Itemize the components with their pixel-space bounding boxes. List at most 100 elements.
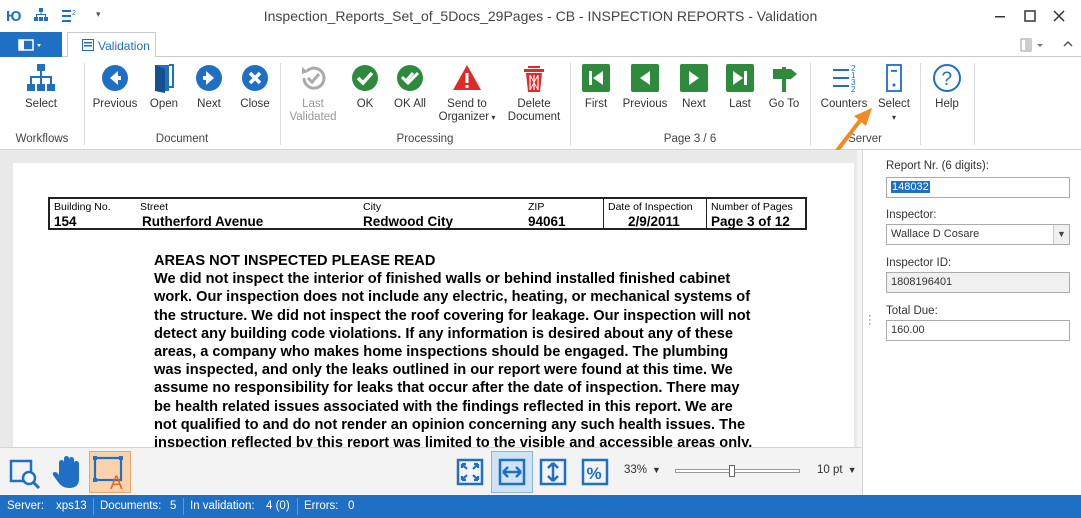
- document-next-button[interactable]: Next: [188, 63, 230, 111]
- tab-validation[interactable]: Validation: [67, 32, 156, 58]
- text-region-icon: A: [93, 456, 123, 492]
- close-window-button[interactable]: [1049, 6, 1069, 26]
- validation-tab-icon: [82, 39, 94, 51]
- fit-height-icon: [539, 458, 567, 486]
- document-previous-button[interactable]: Previous: [90, 63, 140, 111]
- help-label: Help: [935, 98, 959, 110]
- splitter-grip-icon[interactable]: · · ·: [868, 311, 872, 330]
- group-processing-label: Processing: [396, 133, 454, 145]
- zoom-slider-track[interactable]: [675, 465, 800, 477]
- delete-document-button[interactable]: Delete Document: [506, 63, 562, 124]
- zip-value: 94061: [528, 214, 566, 229]
- inspector-id-label: Inspector ID:: [886, 257, 952, 269]
- zoom-dropdown-icon: ▼: [647, 465, 661, 475]
- ok-check-icon: [350, 63, 380, 93]
- server-icon: [879, 63, 909, 93]
- ok-all-button[interactable]: OK All: [388, 63, 432, 111]
- report-header-table: Building No. 154 Street Rutherford Avenu…: [48, 197, 807, 230]
- zoom-region-button[interactable]: [4, 451, 46, 493]
- text-line: not qualified to and do not render an op…: [154, 416, 746, 433]
- text-line: detect any building code violations. If …: [154, 325, 733, 342]
- document-close-button[interactable]: Close: [234, 63, 276, 111]
- file-menu-button[interactable]: [0, 32, 62, 57]
- send-dropdown-icon: ▾: [489, 113, 496, 122]
- counters-icon: 2132: [829, 63, 859, 93]
- document-open-button[interactable]: Open: [142, 63, 186, 111]
- window-title: Inspection_Reports_Set_of_5Docs_29Pages …: [263, 8, 818, 24]
- send-to-organizer-button[interactable]: Send to Organizer ▾: [436, 63, 498, 124]
- zoom-select[interactable]: 33% ▼: [624, 464, 661, 476]
- pages-value: Page 3 of 12: [711, 214, 790, 229]
- next-circle-icon: [194, 63, 224, 93]
- ok-all-label: OK All: [394, 98, 426, 110]
- server-select-label: Select: [878, 98, 910, 110]
- svg-text:%: %: [587, 464, 602, 483]
- layout-icon[interactable]: [1020, 38, 1050, 52]
- fields-panel: · · · Report Nr. (6 digits): 148032 Inspec…: [862, 150, 1081, 495]
- city-value: Redwood City: [363, 214, 453, 229]
- collapse-ribbon-icon[interactable]: [1062, 38, 1074, 50]
- viewer-toolbar: A % 33% ▼ 10 pt ▼: [0, 447, 862, 495]
- warning-triangle-icon: [452, 63, 482, 93]
- inspector-label: Inspector:: [886, 209, 937, 221]
- server-select-dropdown-icon: ▾: [891, 113, 896, 122]
- hand-icon: [52, 456, 79, 488]
- text-line: be health related issues associated with…: [154, 398, 733, 415]
- ribbon-tab-row: [0, 32, 1081, 57]
- maximize-button[interactable]: [1020, 6, 1040, 26]
- minimize-button[interactable]: [990, 6, 1010, 26]
- inspector-id-field[interactable]: 1808196401: [886, 272, 1070, 293]
- status-bar: Server: xps13 Documents: 5 In validation…: [0, 495, 1081, 518]
- total-due-value: 160.00: [891, 324, 925, 336]
- pan-hand-button[interactable]: [47, 451, 89, 493]
- document-next-label: Next: [197, 98, 221, 110]
- font-size-select[interactable]: 10 pt ▼: [817, 464, 857, 476]
- workflows-select-label: Select: [25, 98, 57, 110]
- ok-label: OK: [356, 98, 374, 110]
- page-goto-label: Go To: [768, 98, 800, 110]
- pages-cell: Number of Pages Page 3 of 12: [707, 199, 805, 229]
- ok-button[interactable]: OK: [346, 63, 384, 111]
- tab-validation-label: Validation: [98, 39, 150, 53]
- fit-page-button[interactable]: [449, 451, 491, 493]
- trash-icon: [519, 63, 549, 93]
- fit-width-button[interactable]: [491, 451, 533, 493]
- text-line: assume no responsibility for leaks that …: [154, 380, 740, 397]
- ribbon-separator: [974, 63, 975, 145]
- errors-label: Errors:: [304, 500, 339, 512]
- report-nr-field[interactable]: 148032: [886, 177, 1070, 198]
- ribbon: Select Workflows Previous Open Next Clos…: [0, 57, 1081, 150]
- street-label: Street: [140, 201, 169, 213]
- workflows-select-button[interactable]: Select: [14, 63, 68, 111]
- page-first-button[interactable]: First: [578, 63, 614, 111]
- page-goto-button[interactable]: Go To: [764, 63, 804, 111]
- report-nr-label: Report Nr. (6 digits):: [886, 160, 989, 172]
- svg-text:2: 2: [851, 85, 856, 93]
- last-validated-button[interactable]: Last Validated: [288, 63, 338, 124]
- server-label: Server:: [7, 500, 45, 512]
- page-next-button[interactable]: Next: [676, 63, 712, 111]
- date-label: Date of Inspection: [608, 201, 693, 213]
- text-select-button[interactable]: A: [89, 451, 131, 493]
- document-body-text: AREAS NOT INSPECTED PLEASE READ We did n…: [154, 252, 794, 447]
- text-line: areas, a company who makes home inspecti…: [154, 344, 729, 361]
- address-cells: Building No. 154 Street Rutherford Avenu…: [50, 199, 605, 229]
- page-last-button[interactable]: Last: [722, 63, 758, 111]
- fit-height-button[interactable]: [532, 451, 574, 493]
- server-select-button[interactable]: Select ▾: [874, 63, 914, 124]
- callout-arrow-icon: [830, 106, 876, 156]
- last-page-icon: [725, 63, 755, 93]
- chevron-down-icon[interactable]: ▼: [1053, 225, 1069, 244]
- actual-size-button[interactable]: %: [574, 451, 616, 493]
- zoom-slider-thumb[interactable]: [729, 465, 735, 477]
- group-page-label: Page 3 / 6: [663, 133, 717, 145]
- help-button[interactable]: ? Help: [927, 63, 967, 111]
- delete-label-1: Delete: [517, 98, 551, 110]
- page-last-label: Last: [729, 98, 751, 110]
- counters-button[interactable]: 2132 Counters: [818, 63, 870, 111]
- total-due-field[interactable]: 160.00: [886, 320, 1070, 341]
- page-previous-button[interactable]: Previous: [620, 63, 670, 111]
- workflow-icon: [26, 63, 56, 93]
- inspector-select[interactable]: Wallace D Cosare ▼: [886, 224, 1070, 245]
- total-due-label: Total Due:: [886, 305, 938, 317]
